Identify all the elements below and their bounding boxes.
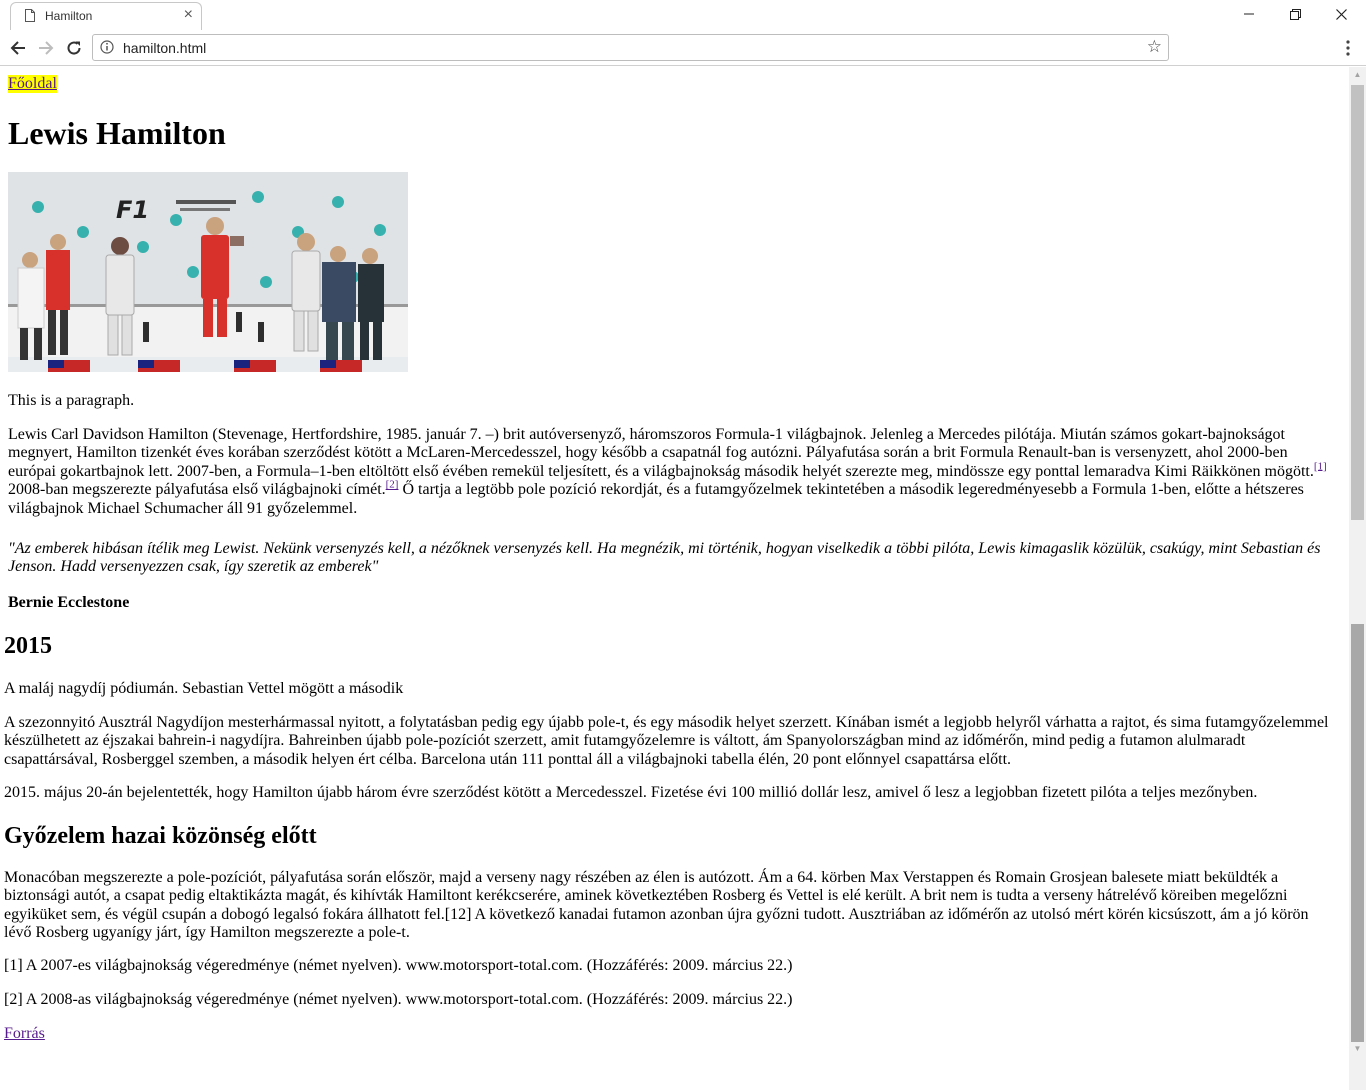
browser-toolbar: hamilton.html ☆ xyxy=(0,30,1366,66)
bio-paragraph: Lewis Carl Davidson Hamilton (Stevenage,… xyxy=(8,426,1338,518)
reference-link-2[interactable]: [2] xyxy=(386,479,399,491)
bio-text-2: 2008-ban megszerezte pályafutása első vi… xyxy=(8,481,386,499)
info-icon[interactable] xyxy=(100,40,114,54)
home-link[interactable]: Főoldal xyxy=(8,75,57,93)
svg-text:F1: F1 xyxy=(116,196,149,224)
photo-caption: A maláj nagydíj pódiumán. Sebastian Vett… xyxy=(4,680,404,697)
contract-paragraph: 2015. május 20-án bejelentették, hogy Ha… xyxy=(4,784,1258,801)
bio-text-1: Lewis Carl Davidson Hamilton (Stevenage,… xyxy=(8,426,1314,480)
scroll-thumb[interactable] xyxy=(1351,85,1364,520)
scroll-down-arrow-icon[interactable]: ▼ xyxy=(1349,1041,1366,1057)
scroll-up-arrow-icon[interactable]: ▲ xyxy=(1349,67,1366,83)
reference-1: [1] A 2007-es világbajnokság végeredmény… xyxy=(4,957,793,974)
season-2015-paragraph: A szezonnyitó Ausztrál Nagydíjon mesterh… xyxy=(4,714,1329,768)
quote-author: Bernie Ecclestone xyxy=(8,594,130,611)
menu-icon[interactable] xyxy=(1340,39,1356,57)
intro-paragraph: This is a paragraph. xyxy=(8,392,135,409)
tab-title: Hamilton xyxy=(45,9,93,23)
reload-icon[interactable] xyxy=(62,36,86,60)
vertical-scrollbar[interactable]: ▲ ▼ xyxy=(1349,67,1366,1090)
home-victory-paragraph: Monacóban megszerezte a pole-pozíciót, p… xyxy=(4,869,1309,942)
star-icon[interactable]: ☆ xyxy=(1147,37,1162,57)
page-title: Lewis Hamilton xyxy=(8,115,226,151)
quote-text: "Az emberek hibásan ítélik meg Lewist. N… xyxy=(8,540,1321,576)
forward-icon[interactable] xyxy=(34,36,58,60)
reference-link-1[interactable]: [1] xyxy=(1314,460,1327,472)
document-icon xyxy=(25,9,35,22)
source-link[interactable]: Forrás xyxy=(4,1025,45,1043)
heading-2015: 2015 xyxy=(4,633,52,659)
heading-home-victory: Győzelem hazai közönség előtt xyxy=(4,823,317,849)
restore-icon[interactable] xyxy=(1272,0,1318,28)
back-icon[interactable] xyxy=(6,36,30,60)
address-bar[interactable]: hamilton.html ☆ xyxy=(92,34,1169,61)
minimize-icon[interactable] xyxy=(1226,0,1272,28)
scroll-track-highlight[interactable] xyxy=(1351,624,1364,1042)
close-icon[interactable]: × xyxy=(184,6,193,24)
tab-strip: Hamilton × xyxy=(0,0,1366,30)
reference-2: [2] A 2008-as világbajnokság végeredmény… xyxy=(4,991,793,1008)
window-close-icon[interactable] xyxy=(1318,0,1364,28)
browser-tab[interactable]: Hamilton × xyxy=(10,2,202,30)
podium-photo: F1 xyxy=(8,172,408,372)
url-text[interactable]: hamilton.html xyxy=(123,40,206,56)
